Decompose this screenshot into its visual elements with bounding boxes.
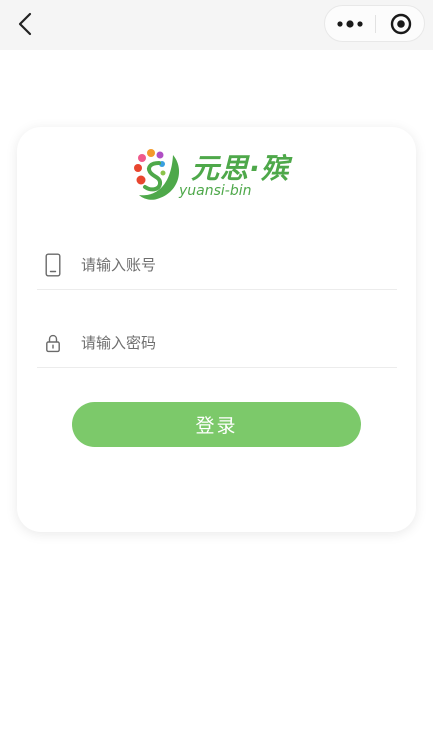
chevron-left-icon bbox=[18, 12, 32, 36]
lock-icon bbox=[42, 330, 64, 356]
account-input[interactable] bbox=[81, 250, 381, 280]
back-button[interactable] bbox=[12, 9, 38, 39]
brand-name-en: yuansi-bin bbox=[179, 183, 252, 199]
password-field bbox=[37, 324, 397, 368]
top-navigation-bar bbox=[0, 0, 433, 50]
more-button[interactable] bbox=[325, 6, 375, 41]
login-button[interactable]: 登录 bbox=[72, 402, 361, 447]
close-button[interactable] bbox=[376, 6, 425, 41]
password-input[interactable] bbox=[81, 328, 381, 358]
account-field bbox=[37, 246, 397, 290]
brand-logo: 元思·殡 yuansi-bin bbox=[133, 147, 308, 205]
login-card: 元思·殡 yuansi-bin 登录 bbox=[17, 127, 416, 532]
mini-program-capsule bbox=[324, 5, 425, 42]
brand-name-cn: 元思·殡 bbox=[191, 152, 290, 185]
phone-icon bbox=[42, 252, 64, 278]
target-circle-icon bbox=[390, 13, 411, 34]
more-dots-icon bbox=[337, 19, 363, 28]
